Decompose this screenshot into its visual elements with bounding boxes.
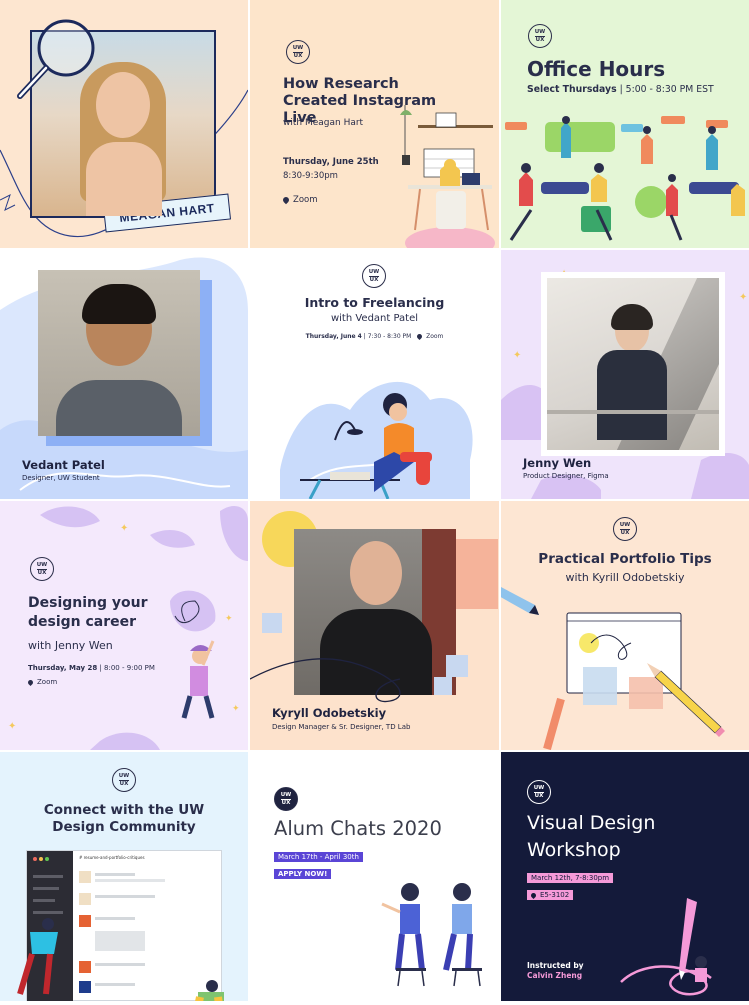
post-title-line1: Connect with the UW [43,802,205,818]
people-illustration [505,116,745,241]
post-schedule: Select Thursdays | 5:00 - 8:30 PM EST [527,84,714,95]
post-subtitle: with Meagan Hart [283,118,364,128]
uwux-logo: UW UX [362,264,386,288]
portfolio-illustration [501,587,725,750]
post-jenny-wen-photo[interactable]: ✦ ✦ ✦ Jenny Wen Product Designer, Figma [501,250,749,499]
post-title: Intro to Freelancing [304,295,445,310]
apply-now-button[interactable]: APPLY NOW! [274,869,332,879]
event-location: Zoom [281,195,318,205]
speaker-role: Product Designer, Figma [523,472,609,480]
profile-photo [547,278,719,450]
post-title: Office Hours [527,57,666,81]
post-title: Alum Chats 2020 [274,817,442,840]
people-illustration [17,918,224,1001]
speaker-name: Kyryll Odobetskiy [272,706,387,720]
location-pin-icon [26,678,35,686]
event-dates-badge: March 17th - April 30th [274,852,363,862]
uwux-logo: UW UX [112,768,136,792]
svg-text:✦: ✦ [232,704,240,714]
desk-illustration [400,105,495,248]
post-grid: MEAGAN HART UW UX How Research Created In… [0,0,749,1005]
post-kyryll-odobetskiy-photo[interactable]: Kyryll Odobetskiy Design Manager & Sr. D… [250,501,499,750]
event-details: Thursday, June 4 | 7:30 - 8:30 PM Zoom [305,332,444,341]
event-room-badge: E5-3102 [527,890,574,900]
magnifier-icon [14,10,104,105]
event-date-badge: March 12th, 7-8:30pm [527,873,614,883]
profile-photo [38,270,200,436]
post-title-line1: Designing your [28,595,148,611]
post-subtitle: with Jenny Wen [28,639,113,652]
uwux-logo: UW UX [286,40,310,64]
post-designing-your-design-career[interactable]: ✦ ✦ ✦ ✦ UW UX Designing your design caree… [0,501,248,750]
event-details: Thursday, May 28 | 8:00 - 9:00 PM [28,664,155,672]
post-intro-to-freelancing[interactable]: UW UX Intro to Freelancing with Vedant Pa… [250,250,499,499]
speaker-role: Design Manager & Sr. Designer, TD Lab [272,723,411,731]
post-title-line2: design career [28,614,137,630]
post-alum-chats-2020[interactable]: UW UX Alum Chats 2020 March 17th - April … [250,752,499,1001]
location-pin-icon [529,891,538,899]
event-location: Zoom [26,678,57,686]
post-meagan-hart-photo[interactable]: MEAGAN HART [0,0,248,248]
post-vedant-patel-photo[interactable]: Vedant Patel Designer, UW Student [0,250,248,499]
uwux-logo: UW UX [528,24,552,48]
svg-text:✦: ✦ [8,721,16,732]
post-title-line2: Workshop [527,839,621,861]
location-pin-icon [416,332,424,341]
svg-text:✦: ✦ [225,614,233,624]
post-office-hours[interactable]: UW UX Office Hours Select Thursdays | 5:0… [501,0,749,248]
post-subtitle: with Vedant Patel [330,313,419,324]
freelancer-illustration [280,381,473,499]
squiggle-line [250,658,401,703]
post-title-line2: Design Community [52,819,196,835]
speaker-name: Vedant Patel [22,458,105,472]
post-title-line1: Visual Design [527,812,656,834]
post-title: Practical Portfolio Tips [538,551,712,567]
event-time: 8:30-9:30pm [283,171,338,181]
alumni-illustration [381,883,482,987]
avatar [350,541,402,605]
location-pin-icon [281,195,291,204]
uwux-logo: UW UX [274,787,298,811]
svg-text:✦: ✦ [120,523,128,534]
channel-header: # resume-and-portfolio-critiques [79,855,145,860]
post-connect-design-community[interactable]: UW UX Connect with the UW Design Communit… [0,752,248,1001]
post-research-instagram-live[interactable]: UW UX How Research Created Instagram Live… [250,0,499,248]
instructor-label: Instructed by [527,961,584,970]
pen-illustration [620,898,712,996]
uwux-logo: UW UX [613,517,637,541]
svg-text:✦: ✦ [513,350,521,361]
svg-text:✦: ✦ [739,292,747,303]
square-decor [262,613,282,633]
event-date: Thursday, June 25th [283,157,379,167]
speaker-name: Jenny Wen [523,456,592,470]
speaker-role: Designer, UW Student [22,474,100,482]
post-visual-design-workshop[interactable]: UW UX Visual Design Workshop March 12th, … [501,752,749,1001]
post-practical-portfolio-tips[interactable]: UW UX Practical Portfolio Tips with Kyril… [501,501,749,750]
uwux-logo: UW UX [30,557,54,581]
instructor-name: Calvin Zheng [527,971,583,980]
uwux-logo: UW UX [527,780,551,804]
